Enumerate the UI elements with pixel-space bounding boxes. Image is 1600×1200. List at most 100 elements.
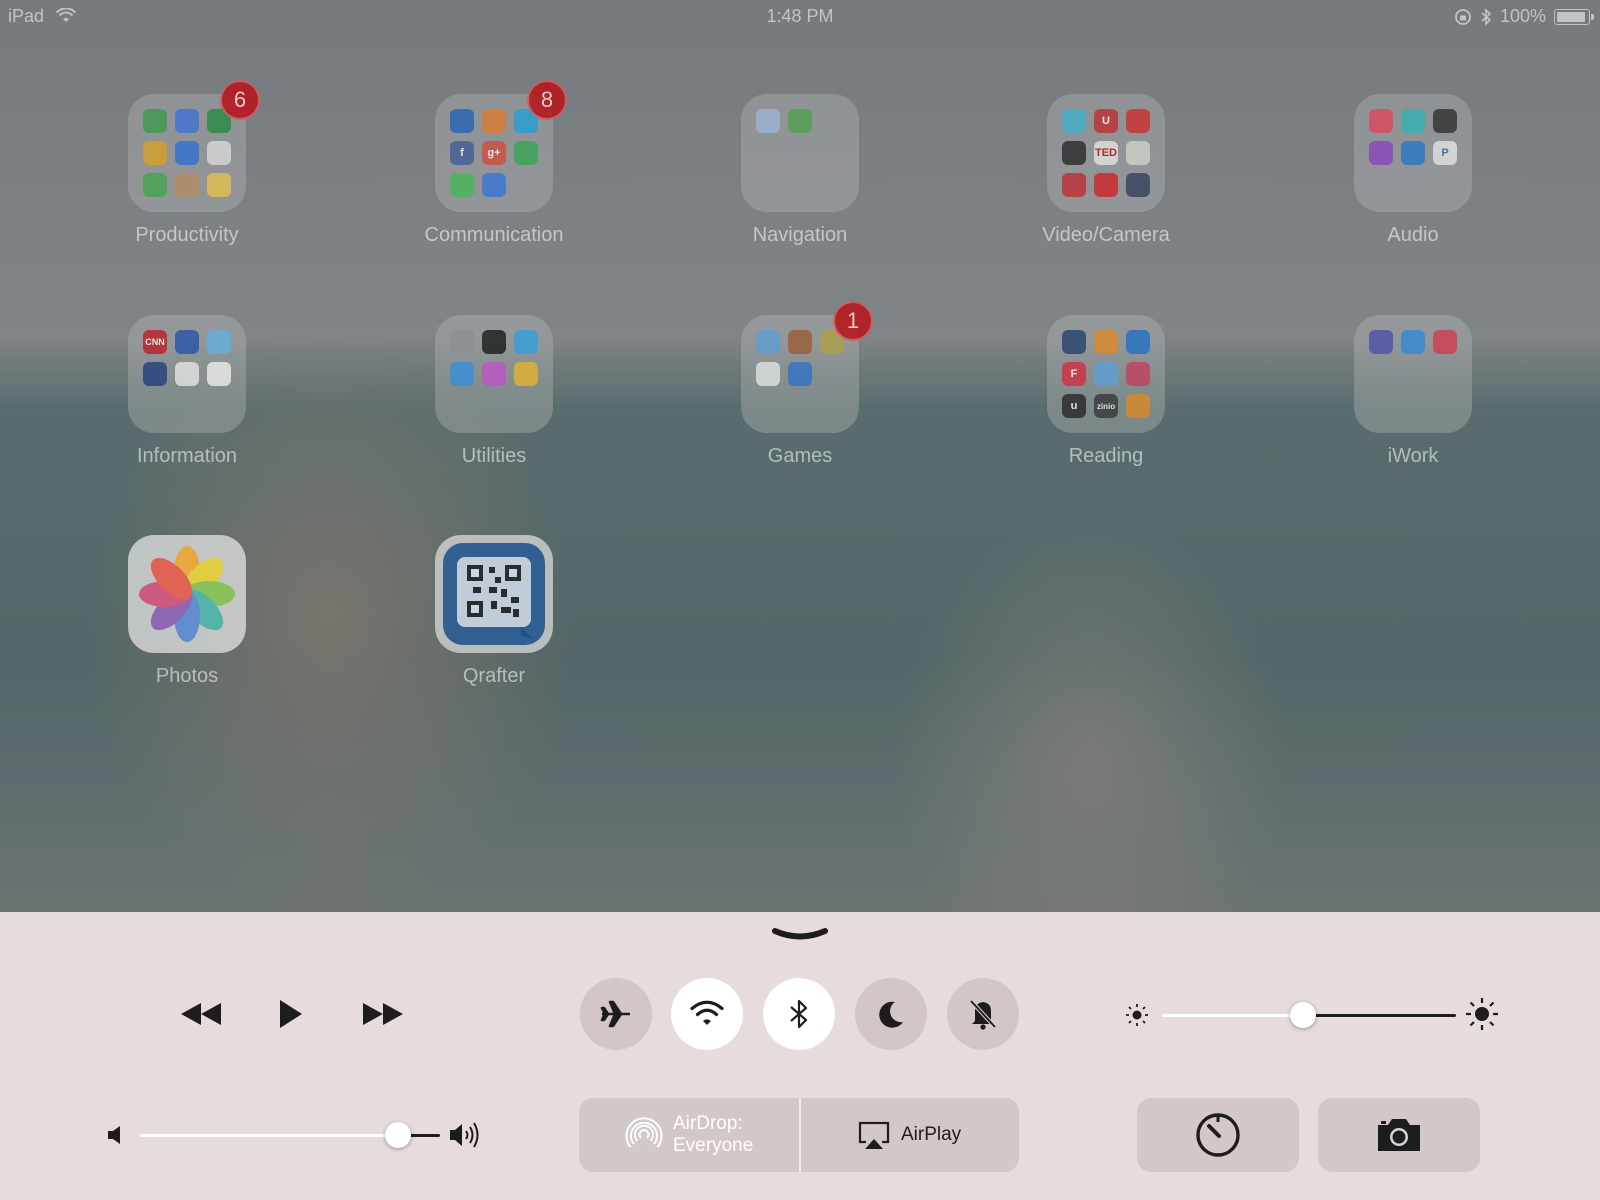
camera-app-icon [1062,141,1086,165]
flight-icon [788,362,812,386]
airplay-icon [858,1121,890,1149]
bluetooth-toggle[interactable] [763,978,835,1050]
play-button[interactable] [276,994,306,1034]
status-right: 100% [1454,6,1594,27]
rewind-icon [181,1003,221,1025]
news-icon [1126,362,1150,386]
camera-icon [1378,1119,1420,1151]
folder-icon [741,94,859,212]
volume-thumb[interactable] [385,1122,411,1148]
amazon-icon [207,362,231,386]
hangouts-icon [514,141,538,165]
photos-icon [128,535,246,653]
airplane-mode-toggle[interactable] [580,978,652,1050]
notification-badge: 6 [220,80,260,120]
volume-slider[interactable] [140,1120,440,1150]
clock-icon [482,330,506,354]
cnn-icon: CNN [143,330,167,354]
weather-channel-icon [175,330,199,354]
folder-iwork[interactable]: iWork [1333,315,1493,468]
folder-utilities[interactable]: Utilities [414,315,574,468]
flipboard-icon: F [1062,362,1086,386]
bell-slash-icon [969,999,997,1030]
music-icon [1369,109,1393,133]
folder-video-camera[interactable]: U TED Video/Camera [1026,94,1186,247]
folder-icon: 1 [741,301,873,433]
app-label: Reading [1068,445,1144,467]
brightness-high-icon [1466,998,1498,1030]
ulysses-icon: u [1062,394,1086,418]
brightness-thumb[interactable] [1290,1002,1316,1028]
volume-high-icon [450,1122,479,1148]
translate-icon [482,173,506,197]
app-photos[interactable]: Photos [107,535,267,688]
keynote-icon [1401,330,1425,354]
weather-icon [207,330,231,354]
battery-icon [1554,8,1594,25]
folder-information[interactable]: CNN Information [107,315,267,468]
drive-icon [143,109,167,133]
fast-forward-icon [363,1003,403,1025]
settings-icon [450,330,474,354]
folder-icon: f g+ 8 [435,80,567,212]
app-label: Video/Camera [1042,224,1170,246]
folder-audio[interactable]: P Audio [1333,94,1493,247]
mute-toggle[interactable] [947,978,1019,1050]
rewind-button[interactable] [178,994,224,1034]
brightness-track-empty [1303,1014,1456,1017]
outlook-icon [450,109,474,133]
app-label: Qrafter [462,665,526,687]
bluetooth-icon [790,999,808,1029]
wifi-toggle[interactable] [671,978,743,1050]
volume-low-icon [108,1126,120,1144]
lego-icon [1094,173,1118,197]
chevron-down-icon[interactable] [772,926,828,946]
volume-track-filled [140,1134,398,1137]
google-plus-icon: g+ [482,141,506,165]
folder-icon: 6 [128,80,260,212]
fast-forward-button[interactable] [360,994,406,1034]
pencil-icon [175,141,199,165]
folder-communication[interactable]: f g+ 8 Communication [414,80,574,247]
airplane-icon [600,1000,630,1028]
kindle-icon [1062,330,1086,354]
folder-reading[interactable]: F u zinio Reading [1026,315,1186,468]
folder-navigation[interactable]: Navigation [720,94,880,247]
mic-icon [1401,141,1425,165]
airdrop-button[interactable]: AirDrop: Everyone [579,1098,799,1172]
tips-icon [514,362,538,386]
moon-icon [879,1001,903,1028]
game-1-icon [756,330,780,354]
airdrop-label: AirDrop: [673,1113,743,1134]
rotation-lock-icon [1455,8,1471,25]
qrafter-icon [435,535,553,653]
photos-flower-icon [139,546,235,642]
photobooth-icon [1062,173,1086,197]
notification-badge: 8 [527,80,567,120]
airdrop-setting: Everyone [673,1135,754,1156]
podcast-icon [1369,141,1393,165]
slides-icon [143,141,167,165]
app-label: Utilities [461,445,527,467]
app-qrafter[interactable]: Qrafter [414,535,574,688]
brightness-track-filled [1162,1014,1303,1017]
notification-badge: 1 [833,301,873,341]
bluetooth-status-icon [1481,7,1492,26]
timer-button[interactable] [1137,1098,1299,1172]
folder-icon: F u zinio [1047,315,1165,433]
app-label: Information [136,445,238,467]
itunes-store-icon [482,362,506,386]
app-label: Audio [1387,224,1439,246]
app-label: Communication [424,224,564,246]
brightness-slider[interactable] [1162,1000,1456,1030]
airplay-button[interactable]: AirPlay [801,1098,1019,1172]
camera-button[interactable] [1318,1098,1480,1172]
folder-icon: P [1354,94,1472,212]
airdrop-icon [625,1117,663,1148]
app-label: Navigation [752,224,848,246]
play-icon [280,1000,302,1028]
do-not-disturb-toggle[interactable] [855,978,927,1050]
folder-games[interactable]: 1 Games [720,301,880,468]
qr-code-icon [443,543,545,645]
folder-productivity[interactable]: 6 Productivity [107,80,267,247]
